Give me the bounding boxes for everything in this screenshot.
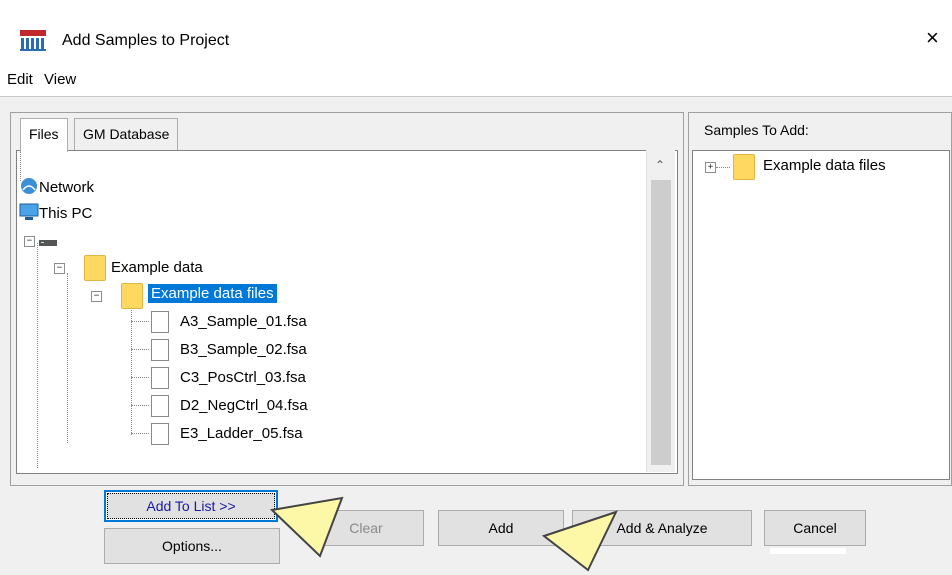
- tree-line: [131, 377, 149, 378]
- tab-files[interactable]: Files: [20, 118, 68, 152]
- cancel-button[interactable]: Cancel: [764, 510, 866, 546]
- tree-item-file[interactable]: E3_Ladder_05.fsa: [180, 425, 303, 442]
- menu-bar: Edit View: [0, 64, 952, 96]
- file-tree: Network This PC − − Example data − Examp…: [16, 150, 678, 474]
- tree-scrollbar[interactable]: ⌃: [646, 150, 675, 472]
- collapse-icon[interactable]: −: [24, 236, 35, 247]
- tree-item-file[interactable]: A3_Sample_01.fsa: [180, 313, 307, 330]
- progress-indicator: [770, 548, 846, 554]
- menu-view[interactable]: View: [44, 71, 76, 88]
- collapse-icon[interactable]: −: [54, 263, 65, 274]
- window-title: Add Samples to Project: [62, 32, 230, 49]
- pointer-arrow-icon: [541, 510, 618, 572]
- folder-icon: [84, 255, 106, 281]
- file-icon: [151, 311, 169, 333]
- samples-list: + Example data files: [692, 150, 950, 480]
- file-icon: [151, 423, 169, 445]
- folder-icon: [121, 283, 143, 309]
- expand-icon[interactable]: +: [705, 162, 716, 173]
- tree-item-file[interactable]: B3_Sample_02.fsa: [180, 341, 307, 358]
- tree-item-file[interactable]: C3_PosCtrl_03.fsa: [180, 369, 306, 386]
- menu-edit[interactable]: Edit: [7, 71, 33, 88]
- drive-icon: [39, 240, 57, 246]
- tree-line: [131, 433, 149, 434]
- add-to-list-button[interactable]: Add To List >>: [104, 490, 278, 522]
- folder-icon: [733, 154, 755, 180]
- sample-item[interactable]: Example data files: [763, 157, 886, 174]
- tree-item-file[interactable]: D2_NegCtrl_04.fsa: [180, 397, 308, 414]
- samples-group-label: Samples To Add:: [702, 122, 811, 138]
- tree-line: [131, 305, 132, 435]
- tree-item-example-data-files[interactable]: Example data files: [148, 284, 277, 303]
- options-button[interactable]: Options...: [104, 528, 280, 564]
- tree-line: [37, 243, 38, 468]
- tree-line: [131, 321, 149, 322]
- tree-line: [131, 405, 149, 406]
- collapse-icon[interactable]: −: [91, 291, 102, 302]
- close-icon[interactable]: ×: [926, 27, 939, 49]
- scroll-thumb[interactable]: [651, 180, 671, 465]
- tab-gm-database[interactable]: GM Database: [74, 118, 179, 151]
- tree-line: [67, 273, 68, 443]
- network-icon: [21, 178, 37, 194]
- tree-item-example-data[interactable]: Example data: [111, 259, 203, 276]
- tree-item-network[interactable]: Network: [39, 179, 94, 196]
- pointer-arrow-icon: [270, 496, 344, 558]
- tree-item-this-pc[interactable]: This PC: [39, 205, 92, 222]
- tree-line: [131, 349, 149, 350]
- scroll-up-icon[interactable]: ⌃: [655, 158, 665, 172]
- tree-line: [716, 167, 730, 168]
- file-icon: [151, 339, 169, 361]
- file-icon: [151, 395, 169, 417]
- file-icon: [151, 367, 169, 389]
- gene-mapper-icon: [20, 30, 46, 51]
- title-bar: Add Samples to Project ×: [0, 0, 952, 64]
- computer-icon: [19, 203, 39, 220]
